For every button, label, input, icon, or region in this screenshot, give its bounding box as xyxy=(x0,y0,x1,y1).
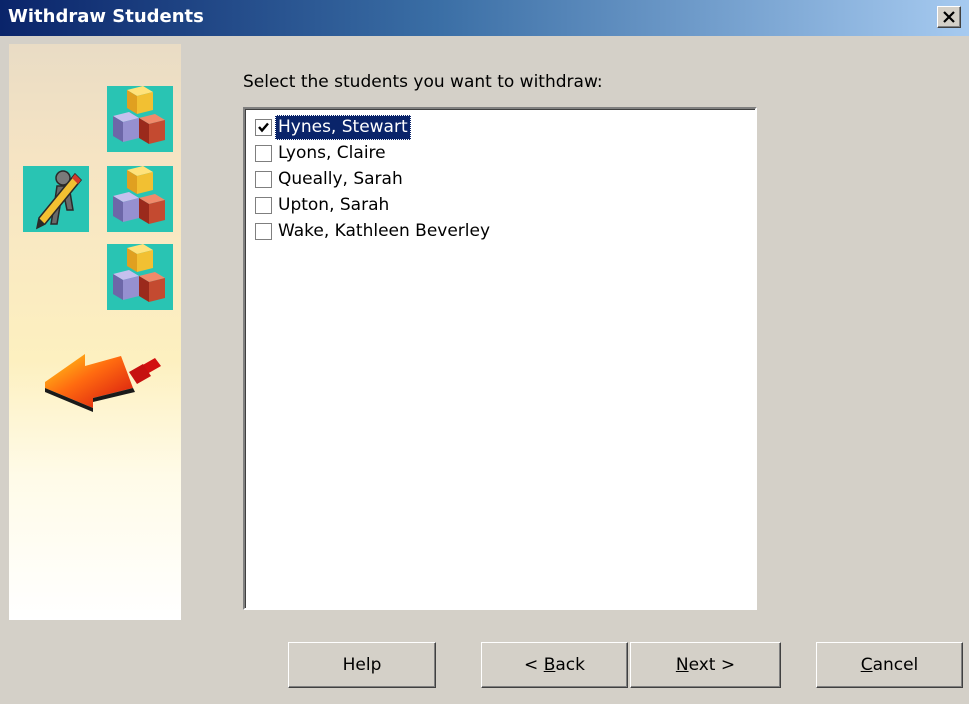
back-button[interactable]: < Back xyxy=(481,642,628,688)
title-bar[interactable]: Withdraw Students xyxy=(0,0,969,36)
back-mnemonic: B xyxy=(543,655,556,675)
student-name: Lyons, Claire xyxy=(278,143,386,163)
help-button-label: Help xyxy=(342,655,382,675)
cubes-icon xyxy=(107,86,173,152)
next-mnemonic: N xyxy=(675,655,689,675)
student-name: Queally, Sarah xyxy=(278,169,403,189)
cancel-button[interactable]: Cancel xyxy=(816,642,963,688)
student-name: Upton, Sarah xyxy=(278,195,390,215)
next-rest: ext > xyxy=(688,655,736,675)
close-button[interactable] xyxy=(937,6,961,28)
window-title: Withdraw Students xyxy=(8,6,204,27)
student-name: Hynes, Stewart xyxy=(275,115,411,140)
help-button[interactable]: Help xyxy=(288,642,436,688)
checkbox[interactable] xyxy=(255,145,272,162)
student-name: Wake, Kathleen Beverley xyxy=(278,221,491,241)
next-button[interactable]: Next > xyxy=(630,642,781,688)
checkbox[interactable] xyxy=(255,197,272,214)
cubes-icon xyxy=(107,166,173,232)
cubes-icon xyxy=(107,244,173,310)
student-pencil-icon xyxy=(23,166,89,232)
back-rest: ack xyxy=(555,655,585,675)
check-icon xyxy=(258,122,269,133)
instruction-label: Select the students you want to withdraw… xyxy=(243,72,603,92)
student-checklist[interactable]: Hynes, Stewart Lyons, Claire Queally, Sa… xyxy=(243,107,757,610)
cancel-mnemonic: C xyxy=(860,655,873,675)
checkbox[interactable] xyxy=(255,223,272,240)
withdraw-students-dialog: Withdraw Students Select the students yo… xyxy=(0,0,969,704)
back-prefix: < xyxy=(524,655,544,675)
checkbox[interactable] xyxy=(255,119,272,136)
checkbox[interactable] xyxy=(255,171,272,188)
wizard-side-panel xyxy=(9,44,181,620)
cancel-rest: ancel xyxy=(872,655,919,675)
arrow-left-icon xyxy=(45,354,161,412)
close-icon xyxy=(943,11,955,23)
